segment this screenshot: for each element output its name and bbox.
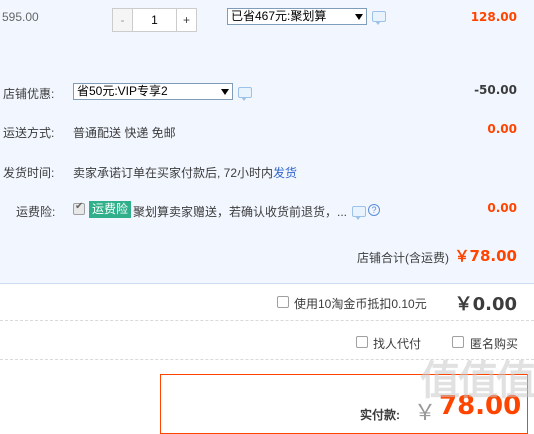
shop-total-amount: ￥78.00	[454, 247, 517, 265]
insurance-badge: 运费险	[89, 201, 132, 218]
chevron-down-icon	[355, 14, 363, 20]
qty-minus-button[interactable]: -	[112, 8, 133, 32]
shop-discount-select-value: 省50元:VIP专享2	[77, 84, 168, 98]
shop-total-label: 店铺合计(含运费)	[357, 251, 449, 265]
insurance-checkbox[interactable]	[73, 201, 85, 215]
coins-checkbox[interactable]	[277, 296, 289, 308]
message-icon[interactable]	[372, 11, 386, 25]
insurance-label: 运费险:	[16, 205, 56, 219]
insurance-text: 聚划算卖家赠送，若确认收货前退货，...	[133, 205, 348, 219]
shipping-label: 运送方式:	[3, 126, 55, 140]
qty-input[interactable]: 1	[133, 8, 176, 32]
proxy-pay-checkbox[interactable]	[356, 336, 368, 348]
coins-label: 使用10淘金币抵扣0.10元	[294, 297, 427, 311]
coins-amount: ￥0.00	[454, 294, 517, 315]
shop-discount-label: 店铺优惠:	[3, 87, 55, 101]
delivery-link[interactable]: 发货	[273, 166, 297, 180]
anonymous-checkbox[interactable]	[452, 336, 464, 348]
shipping-method: 普通配送 快递 免邮	[73, 126, 176, 140]
pay-label: 实付款:	[360, 408, 400, 422]
promo-select[interactable]: 已省467元:聚划算	[227, 8, 367, 25]
shop-discount-amount: -50.00	[474, 83, 517, 97]
help-icon[interactable]: ?	[368, 204, 380, 216]
message-icon[interactable]	[352, 206, 366, 220]
delivery-promise: 卖家承诺订单在买家付款后, 72小时内	[73, 166, 274, 180]
promo-select-value: 已省467元:聚划算	[231, 9, 327, 23]
qty-plus-button[interactable]: +	[176, 8, 197, 32]
shop-discount-select[interactable]: 省50元:VIP专享2	[73, 83, 233, 100]
delivery-label: 发货时间:	[3, 166, 55, 180]
watermark: 值值值	[420, 358, 534, 404]
delivery-text: 卖家承诺订单在买家付款后, 72小时内发货	[73, 164, 297, 181]
divider	[0, 320, 534, 321]
message-icon[interactable]	[238, 87, 252, 101]
unit-price: 595.00	[2, 10, 39, 24]
shipping-amount: 0.00	[487, 122, 517, 136]
proxy-pay-label[interactable]: 找人代付	[373, 335, 421, 352]
insurance-amount: 0.00	[487, 201, 517, 215]
quantity-stepper: - 1 +	[112, 8, 197, 32]
chevron-down-icon	[221, 89, 229, 95]
item-subtotal: 128.00	[470, 10, 517, 24]
